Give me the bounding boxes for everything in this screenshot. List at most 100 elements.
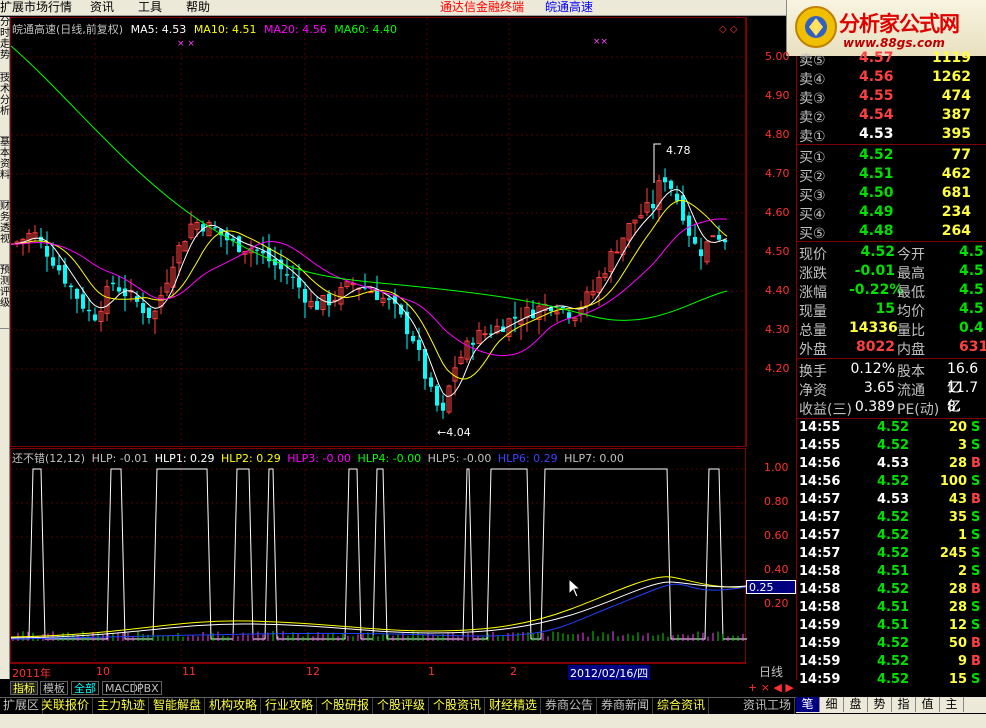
side-tab-fundamentals[interactable]: 基本资料 — [0, 137, 10, 201]
bid-volume: 462 — [941, 166, 971, 182]
tick-time: 14:57 — [799, 510, 841, 525]
kline-chart[interactable]: 4.78 ←4.04 × × ×× ◇ ◇ — [10, 17, 747, 448]
tab-finance-picks[interactable]: 财经精选 — [486, 698, 542, 714]
low-price-label: ←4.04 — [437, 426, 471, 439]
tick-row: 14:58 4.51 28 S — [797, 600, 986, 618]
period-label[interactable]: 日线 — [746, 663, 796, 679]
tab-broker-news[interactable]: 券商新闻 — [598, 698, 654, 714]
logo-text: 分析家公式网 — [839, 12, 960, 36]
tick-time: 14:55 — [799, 420, 841, 435]
tab-related-quotes[interactable]: 关联报价 — [38, 698, 94, 714]
candle-body — [693, 236, 697, 244]
tab-smart-analysis[interactable]: 智能解盘 — [150, 698, 206, 714]
tab-stock-research[interactable]: 个股研报 — [318, 698, 374, 714]
tick-time: 14:58 — [799, 600, 841, 615]
fund-row: 收益(三) 0.389 PE(动) 8. — [797, 399, 986, 418]
tab-industry[interactable]: 行业攻略 — [262, 698, 318, 714]
high-price-label: 4.78 — [666, 144, 691, 157]
tick-volume: 28 — [948, 600, 967, 615]
tick-row: 14:57 4.52 1 S — [797, 528, 986, 546]
tab-institution[interactable]: 机构攻略 — [206, 698, 262, 714]
indicator-current-value: 0.25 — [746, 580, 796, 594]
tick-time: 14:57 — [799, 546, 841, 561]
ytick: 4.20 — [765, 362, 790, 375]
bid-row: 买① 4.52 77 — [797, 147, 986, 166]
ask-volume: 1262 — [932, 69, 971, 85]
candle-body — [303, 288, 307, 303]
side-tab-financial[interactable]: 财务透视 — [0, 201, 10, 265]
tab-main[interactable]: 主 — [940, 697, 964, 712]
tick-volume: 9 — [957, 654, 967, 669]
tab-main-force[interactable]: 主力轨迹 — [94, 698, 150, 714]
hlp4-label: HLP4: -0.00 — [357, 452, 422, 465]
candle-body — [255, 249, 259, 251]
candle-body — [663, 177, 667, 183]
tab-book[interactable]: 盘 — [844, 697, 868, 712]
fund-label: 流通 — [897, 383, 925, 399]
ask-row: 卖⑤ 4.57 1119 — [797, 50, 986, 69]
tab-trend[interactable]: 势 — [868, 697, 892, 712]
menu-info[interactable]: 资讯 — [90, 0, 114, 15]
menu-tools[interactable]: 工具 — [138, 0, 162, 15]
side-tab-forecast[interactable]: 预测评级 — [0, 265, 10, 329]
fund-value: 15 — [875, 301, 895, 317]
bid-price: 4.52 — [859, 147, 894, 163]
menu-help[interactable]: 帮助 — [186, 0, 210, 15]
hlp6-label: HLP6: 0.29 — [497, 452, 558, 465]
date-label: 2011年 — [12, 667, 51, 680]
side-tab-technical[interactable]: 技术分析 — [0, 73, 10, 137]
candle-body — [471, 342, 475, 345]
candle-body — [423, 348, 427, 379]
tab-broker-notice[interactable]: 券商公告 — [542, 698, 598, 714]
side-tab-intraday[interactable]: 分时走势 — [0, 17, 10, 73]
tick-time: 14:58 — [799, 582, 841, 597]
ask-label: 卖② — [799, 110, 826, 126]
ask-label: 卖① — [799, 129, 826, 145]
fund-label: 涨幅 — [799, 285, 827, 301]
fund-value: 4.52 — [860, 244, 895, 260]
fund-row: 现量 15 均价 4.5 — [797, 301, 986, 320]
ask-price: 4.55 — [859, 88, 894, 104]
tab-index[interactable]: 指 — [892, 697, 916, 712]
hlp-step-line — [11, 468, 747, 640]
tab-stock-news[interactable]: 个股资讯 — [430, 698, 486, 714]
fund-value: 8022 — [856, 339, 895, 355]
indicator-chart[interactable] — [10, 448, 747, 664]
bid-volume: 77 — [951, 147, 971, 163]
signal-marker: ×× — [593, 37, 608, 47]
bid-row: 买② 4.51 462 — [797, 166, 986, 185]
candle-body — [417, 339, 421, 350]
tab-stock-rating[interactable]: 个股评级 — [374, 698, 430, 714]
tab-pbx[interactable]: PBX — [134, 681, 162, 695]
tick-price: 4.51 — [877, 600, 910, 615]
tick-direction: S — [971, 672, 981, 687]
tab-indicator[interactable]: 指标 — [10, 681, 38, 695]
tick-volume: 15 — [948, 672, 967, 687]
tick-volume: 12 — [948, 618, 967, 633]
tick-row: 14:55 4.52 20 S — [797, 420, 986, 438]
candle-body — [405, 311, 409, 335]
logo-url: www.88gs.com — [843, 36, 945, 50]
tab-info-workshop[interactable]: 资讯工场 — [740, 698, 796, 714]
tab-composite-info[interactable]: 综合资讯 — [654, 698, 710, 714]
tab-extension-area[interactable]: 扩展区 — [0, 698, 44, 714]
nav-arrows-icon[interactable]: + × ◀ ▶ — [748, 681, 794, 694]
tick-price: 4.53 — [877, 492, 910, 507]
tab-template[interactable]: 模板 — [40, 681, 68, 695]
ytick: 0.40 — [764, 563, 789, 576]
bid-price: 4.50 — [859, 185, 894, 201]
tab-all[interactable]: 全部 — [71, 681, 99, 695]
tick-row: 14:59 4.52 9 B — [797, 654, 986, 672]
menu-extended-market[interactable]: 扩展市场行情 — [0, 0, 72, 15]
fund-value: 4.5 — [959, 263, 984, 279]
tab-value[interactable]: 值 — [916, 697, 940, 712]
tick-row: 14:59 4.51 12 S — [797, 618, 986, 636]
fund-row: 净资 3.65 流通 11.7亿 — [797, 380, 986, 415]
tick-row: 14:58 4.51 2 S — [797, 564, 986, 582]
tick-direction: S — [971, 420, 981, 435]
fund-value: 14336 — [849, 320, 898, 336]
fund-row: 现价 4.52 今开 4.5 — [797, 244, 986, 263]
candle-body — [681, 195, 685, 221]
tab-detail[interactable]: 细 — [820, 697, 844, 712]
tab-ticks[interactable]: 笔 — [796, 697, 820, 712]
